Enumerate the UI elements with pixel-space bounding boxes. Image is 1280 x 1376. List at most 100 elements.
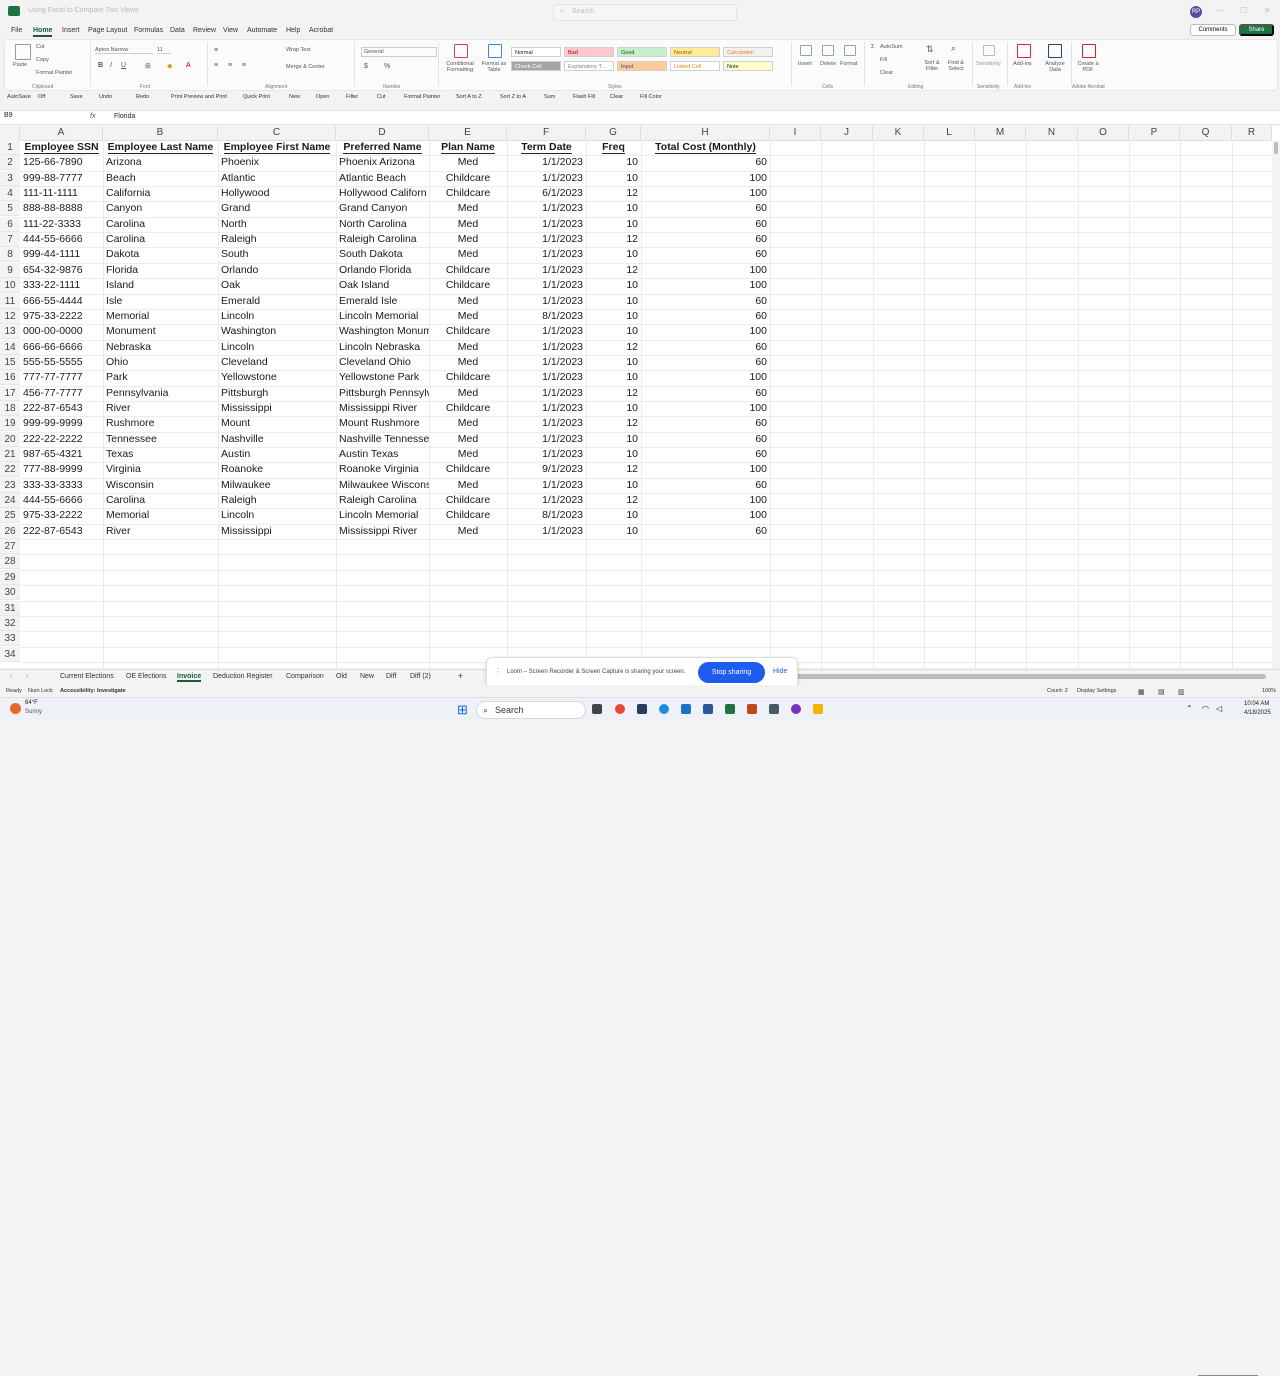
- row-header[interactable]: 26: [0, 523, 20, 539]
- qat-item-3[interactable]: Undo: [99, 94, 112, 100]
- table-cell[interactable]: 975-33-2222: [20, 309, 103, 324]
- sort-filter-icon[interactable]: ⇅: [926, 44, 934, 55]
- table-cell[interactable]: 60: [641, 524, 770, 539]
- qat-item-10[interactable]: Cut: [377, 94, 386, 100]
- conditional-formatting-icon[interactable]: [454, 44, 468, 58]
- bold-icon[interactable]: B: [98, 62, 103, 69]
- sheet-tab-7[interactable]: Diff: [386, 673, 396, 680]
- table-cell[interactable]: 456-77-7777: [20, 386, 103, 401]
- table-cell[interactable]: Memorial: [103, 508, 218, 523]
- row-header[interactable]: 22: [0, 462, 20, 478]
- close-icon[interactable]: ✕: [1264, 6, 1271, 15]
- merge-center-button[interactable]: Merge & Center: [286, 64, 325, 70]
- table-cell[interactable]: 654-32-9876: [20, 263, 103, 278]
- table-cell[interactable]: Lincoln: [218, 309, 336, 324]
- table-cell[interactable]: 60: [641, 232, 770, 247]
- table-cell[interactable]: Childcare: [429, 370, 507, 385]
- table-cell[interactable]: 1/1/2023: [507, 247, 586, 262]
- table-cell[interactable]: 12: [586, 186, 641, 201]
- table-cell[interactable]: Childcare: [429, 324, 507, 339]
- table-cell[interactable]: Dakota: [103, 247, 218, 262]
- table-cell[interactable]: North: [218, 217, 336, 232]
- table-cell[interactable]: Mount: [218, 416, 336, 431]
- share-button[interactable]: Share: [1239, 24, 1274, 36]
- table-cell[interactable]: North Carolina: [336, 217, 429, 232]
- delete-icon[interactable]: [822, 45, 834, 56]
- row-header[interactable]: 15: [0, 354, 20, 370]
- table-cell[interactable]: 100: [641, 508, 770, 523]
- delete-button[interactable]: Delete: [820, 61, 836, 67]
- vertical-scrollbar[interactable]: [1272, 140, 1280, 668]
- table-cell[interactable]: 444-55-6666: [20, 232, 103, 247]
- qat-item-16[interactable]: Clear: [610, 94, 623, 100]
- table-cell[interactable]: Med: [429, 416, 507, 431]
- table-cell[interactable]: Oak Island: [336, 278, 429, 293]
- insert-icon[interactable]: [800, 45, 812, 56]
- table-cell[interactable]: Phoenix Arizona: [336, 155, 429, 170]
- table-cell[interactable]: Raleigh: [218, 232, 336, 247]
- table-cell[interactable]: Childcare: [429, 401, 507, 416]
- powerpoint-icon[interactable]: [747, 704, 757, 714]
- table-cell[interactable]: Childcare: [429, 171, 507, 186]
- cell-style-1[interactable]: Bad: [564, 47, 614, 57]
- table-cell[interactable]: Austin: [218, 447, 336, 462]
- table-cell[interactable]: 100: [641, 462, 770, 477]
- column-header-D[interactable]: D: [336, 126, 429, 140]
- table-cell[interactable]: 60: [641, 386, 770, 401]
- header-cell[interactable]: Employee First Name: [218, 140, 336, 155]
- table-cell[interactable]: Oak: [218, 278, 336, 293]
- table-cell[interactable]: South: [218, 247, 336, 262]
- page-layout-view-icon[interactable]: ▤: [1158, 688, 1165, 696]
- formula-input[interactable]: Florida: [114, 113, 135, 120]
- row-header[interactable]: 9: [0, 262, 20, 278]
- menu-insert[interactable]: Insert: [62, 27, 80, 34]
- menu-view[interactable]: View: [223, 27, 238, 34]
- table-cell[interactable]: Childcare: [429, 462, 507, 477]
- table-cell[interactable]: 100: [641, 370, 770, 385]
- table-cell[interactable]: Monument: [103, 324, 218, 339]
- column-header-H[interactable]: H: [641, 126, 770, 140]
- row-header[interactable]: 7: [0, 232, 20, 248]
- table-cell[interactable]: 10: [586, 432, 641, 447]
- table-cell[interactable]: 12: [586, 232, 641, 247]
- underline-icon[interactable]: U: [121, 62, 126, 69]
- column-header-A[interactable]: A: [20, 126, 103, 140]
- table-cell[interactable]: 8/1/2023: [507, 309, 586, 324]
- horizontal-scroll-thumb[interactable]: [796, 674, 1266, 679]
- sheet-tab-1[interactable]: OE Elections: [126, 673, 166, 680]
- menu-review[interactable]: Review: [193, 27, 216, 34]
- cell-style-3[interactable]: Neutral: [670, 47, 720, 57]
- column-header-P[interactable]: P: [1129, 126, 1180, 140]
- qat-item-12[interactable]: Sort A to Z: [456, 94, 482, 100]
- table-cell[interactable]: Med: [429, 432, 507, 447]
- table-cell[interactable]: Washington Monum: [336, 324, 429, 339]
- qat-item-5[interactable]: Print Preview and Print: [171, 94, 227, 100]
- table-cell[interactable]: 6/1/2023: [507, 186, 586, 201]
- table-cell[interactable]: 10: [586, 508, 641, 523]
- table-cell[interactable]: 10: [586, 524, 641, 539]
- qat-item-17[interactable]: Fill Color: [640, 94, 662, 100]
- cell-style-0[interactable]: Normal: [511, 47, 561, 57]
- table-cell[interactable]: 666-55-4444: [20, 294, 103, 309]
- table-cell[interactable]: 100: [641, 324, 770, 339]
- row-header[interactable]: 27: [0, 539, 20, 555]
- table-cell[interactable]: Phoenix: [218, 155, 336, 170]
- vertical-scroll-thumb[interactable]: [1274, 142, 1278, 154]
- accessibility-status[interactable]: Accessibility: Investigate: [60, 688, 126, 694]
- table-cell[interactable]: Med: [429, 386, 507, 401]
- table-cell[interactable]: Milwaukee: [218, 478, 336, 493]
- table-cell[interactable]: Med: [429, 340, 507, 355]
- currency-icon[interactable]: $: [364, 63, 368, 70]
- table-cell[interactable]: 60: [641, 432, 770, 447]
- table-cell[interactable]: 1/1/2023: [507, 324, 586, 339]
- row-header[interactable]: 2: [0, 155, 20, 171]
- taskbar-search[interactable]: ⌕ Search: [476, 701, 586, 719]
- table-cell[interactable]: 8/1/2023: [507, 508, 586, 523]
- table-cell[interactable]: 1/1/2023: [507, 155, 586, 170]
- table-cell[interactable]: 1/1/2023: [507, 355, 586, 370]
- table-cell[interactable]: Med: [429, 247, 507, 262]
- number-format-select[interactable]: General: [361, 47, 437, 57]
- sheet-tab-6[interactable]: New: [360, 673, 374, 680]
- table-cell[interactable]: Emerald: [218, 294, 336, 309]
- table-cell[interactable]: Hollywood Californ: [336, 186, 429, 201]
